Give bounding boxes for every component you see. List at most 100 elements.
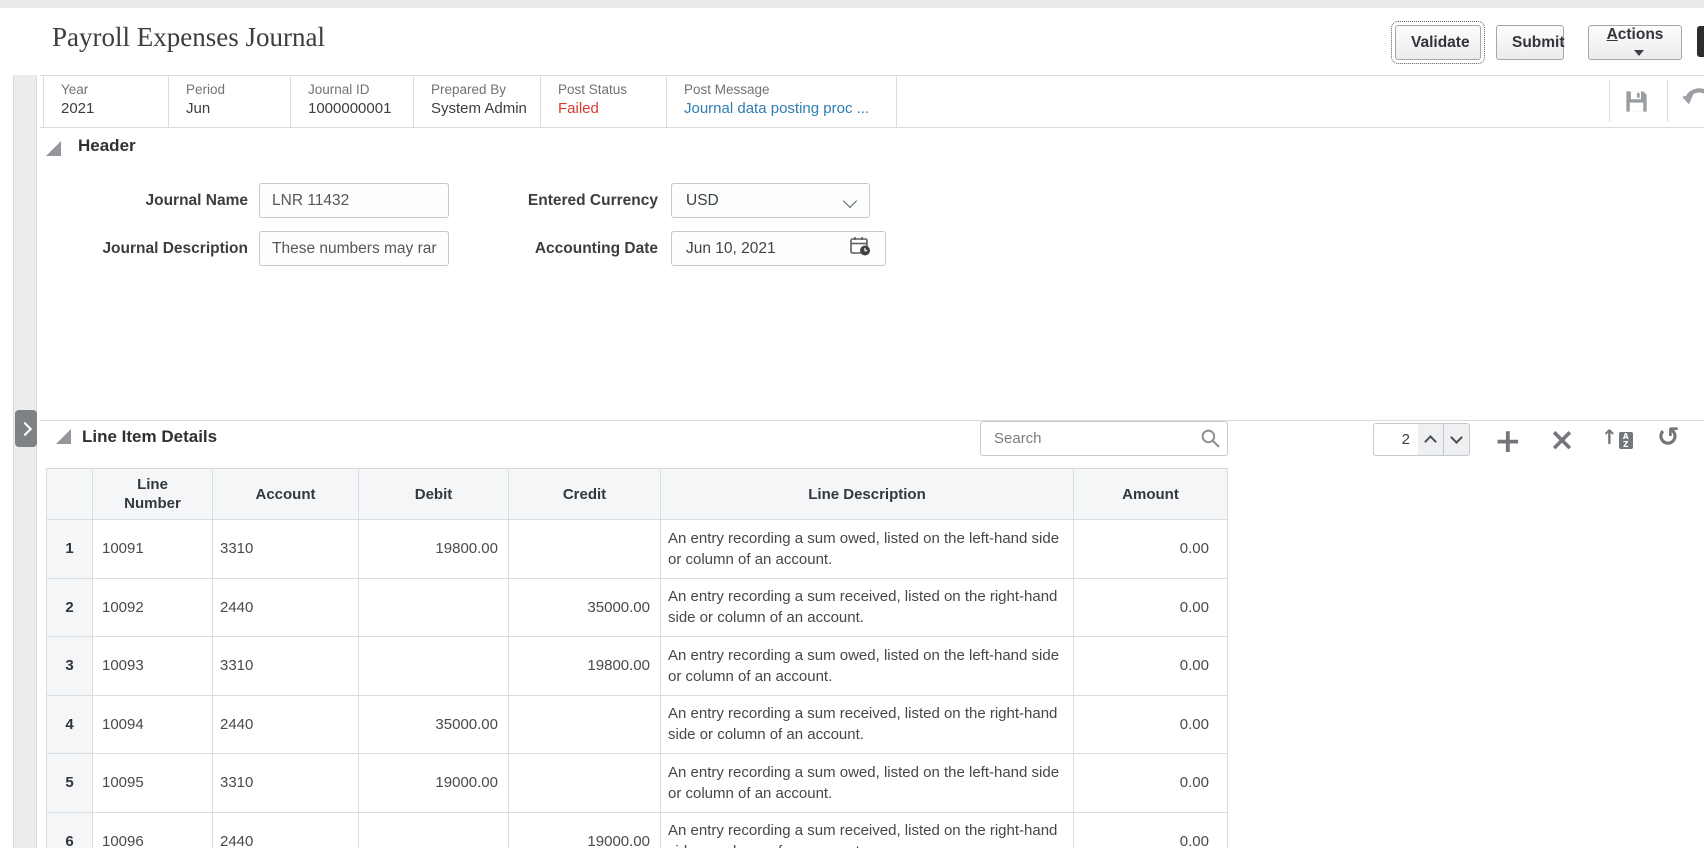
accounting-date-field[interactable]: Jun 10, 2021 <box>671 231 886 266</box>
amount-cell[interactable]: 0.00 <box>1074 520 1228 578</box>
line-number-cell[interactable]: 10092 <box>93 578 213 636</box>
credit-cell[interactable]: 19000.00 <box>509 812 661 848</box>
clipped-button-fragment[interactable] <box>1697 26 1704 57</box>
line-number-cell[interactable]: 10094 <box>93 695 213 753</box>
spinner-up-button[interactable] <box>1418 423 1444 456</box>
accounting-date-value: Jun 10, 2021 <box>686 239 776 257</box>
description-cell[interactable]: An entry recording a sum owed, listed on… <box>661 520 1074 578</box>
entered-currency-select[interactable]: USD <box>671 183 870 218</box>
col-header-line-description[interactable]: Line Description <box>661 469 1074 519</box>
sort-arrow: ↑ <box>1601 425 1618 449</box>
refresh-icon[interactable]: ↻ <box>1657 422 1680 453</box>
row-select-header <box>46 469 93 519</box>
line-number-cell[interactable]: 10095 <box>93 754 213 812</box>
row-number[interactable]: 4 <box>46 695 93 753</box>
account-cell[interactable]: 2440 <box>213 695 359 753</box>
table-row[interactable]: 4 10094 2440 35000.00 An entry recording… <box>46 695 1228 754</box>
col-header-label: Line Number <box>124 476 181 512</box>
credit-cell[interactable]: 35000.00 <box>509 578 661 636</box>
post-message-link[interactable]: Journal data posting proc ... <box>684 100 888 117</box>
top-strip <box>0 0 1704 8</box>
journal-info-cells: Year 2021 Period Jun Journal ID 10000000… <box>43 76 897 127</box>
page-title: Payroll Expenses Journal <box>52 22 325 52</box>
undo-icon[interactable] <box>1681 85 1704 119</box>
credit-cell[interactable] <box>509 520 661 578</box>
info-value: 2021 <box>61 100 95 117</box>
line-items-table: Line Number Account Debit Credit Line De… <box>46 468 1228 848</box>
debit-cell[interactable] <box>359 637 509 695</box>
chevron-down-icon <box>842 193 858 208</box>
journal-description-field[interactable]: These numbers may rar <box>259 231 449 266</box>
delete-row-icon[interactable]: × <box>1549 425 1575 456</box>
debit-cell[interactable] <box>359 578 509 636</box>
account-cell[interactable]: 3310 <box>213 520 359 578</box>
line-number-cell[interactable]: 10091 <box>93 520 213 578</box>
info-label: Post Message <box>684 82 770 97</box>
debit-cell[interactable]: 19800.00 <box>359 520 509 578</box>
add-row-icon[interactable]: + <box>1494 424 1522 457</box>
table-row[interactable]: 1 10091 3310 19800.00 An entry recording… <box>46 520 1228 579</box>
credit-cell[interactable] <box>509 754 661 812</box>
save-icon[interactable] <box>1623 88 1650 119</box>
submit-button[interactable]: Submit <box>1496 25 1565 60</box>
description-cell[interactable]: An entry recording a sum received, liste… <box>661 578 1074 636</box>
row-number[interactable]: 6 <box>46 812 93 848</box>
debit-cell[interactable]: 19000.00 <box>359 754 509 812</box>
line-items-section-title: Line Item Details <box>82 427 218 446</box>
amount-cell[interactable]: 0.00 <box>1074 578 1228 636</box>
amount-cell[interactable]: 0.00 <box>1074 637 1228 695</box>
debit-cell[interactable] <box>359 812 509 848</box>
expand-panel-tab[interactable] <box>15 410 37 447</box>
date-picker-icon[interactable] <box>849 235 871 262</box>
amount-cell[interactable]: 0.00 <box>1074 754 1228 812</box>
col-header-line-number[interactable]: Line Number <box>93 469 213 519</box>
line-number-cell[interactable]: 10093 <box>93 637 213 695</box>
description-cell[interactable]: An entry recording a sum received, liste… <box>661 812 1074 848</box>
row-number[interactable]: 5 <box>46 754 93 812</box>
credit-cell[interactable] <box>509 695 661 753</box>
search-input[interactable] <box>980 421 1228 456</box>
row-number[interactable]: 1 <box>46 520 93 578</box>
col-header-credit[interactable]: Credit <box>509 469 661 519</box>
info-label: Prepared By <box>431 82 507 97</box>
amount-cell[interactable]: 0.00 <box>1074 812 1228 848</box>
search-icon[interactable] <box>1200 428 1221 453</box>
amount-cell[interactable]: 0.00 <box>1074 695 1228 753</box>
spinner-down-button[interactable] <box>1444 423 1470 456</box>
table-row[interactable]: 3 10093 3310 19800.00 An entry recording… <box>46 637 1228 696</box>
chevron-right-icon <box>17 421 32 436</box>
description-text: An entry recording a sum received, liste… <box>668 588 1058 627</box>
entered-currency-value: USD <box>686 191 719 209</box>
actions-menu-button[interactable]: Actions <box>1588 25 1682 60</box>
description-cell[interactable]: An entry recording a sum owed, listed on… <box>661 637 1074 695</box>
col-header-amount[interactable]: Amount <box>1074 469 1228 519</box>
table-row[interactable]: 6 10096 2440 19000.00 An entry recording… <box>46 812 1228 848</box>
validate-button[interactable]: Validate <box>1391 21 1485 64</box>
description-text: An entry recording a sum owed, listed on… <box>668 763 1060 802</box>
collapse-triangle-icon[interactable] <box>46 141 61 156</box>
chevron-up-icon <box>1424 435 1437 448</box>
payroll-journal-page: Payroll Expenses Journal Validate Submit… <box>0 0 1704 848</box>
col-header-debit[interactable]: Debit <box>359 469 509 519</box>
account-cell[interactable]: 3310 <box>213 754 359 812</box>
debit-cell[interactable]: 35000.00 <box>359 695 509 753</box>
spinner-value-input[interactable] <box>1373 423 1418 456</box>
info-cell-year: Year 2021 <box>44 76 169 127</box>
row-number[interactable]: 2 <box>46 578 93 636</box>
line-number-cell[interactable]: 10096 <box>93 812 213 848</box>
description-cell[interactable]: An entry recording a sum owed, listed on… <box>661 754 1074 812</box>
account-cell[interactable]: 2440 <box>213 578 359 636</box>
credit-cell[interactable]: 19800.00 <box>509 637 661 695</box>
actions-label-accel: A <box>1606 26 1618 43</box>
journal-name-field[interactable]: LNR 11432 <box>259 183 449 218</box>
table-row[interactable]: 2 10092 2440 35000.00 An entry recording… <box>46 578 1228 637</box>
account-cell[interactable]: 2440 <box>213 812 359 848</box>
table-row[interactable]: 5 10095 3310 19000.00 An entry recording… <box>46 754 1228 813</box>
account-cell[interactable]: 3310 <box>213 637 359 695</box>
description-text: An entry recording a sum owed, listed on… <box>668 646 1060 685</box>
col-header-account[interactable]: Account <box>213 469 359 519</box>
description-cell[interactable]: An entry recording a sum received, liste… <box>661 695 1074 753</box>
row-number[interactable]: 3 <box>46 637 93 695</box>
collapse-triangle-icon[interactable] <box>56 429 71 444</box>
sort-icon[interactable]: ↑ A Z <box>1601 427 1633 450</box>
